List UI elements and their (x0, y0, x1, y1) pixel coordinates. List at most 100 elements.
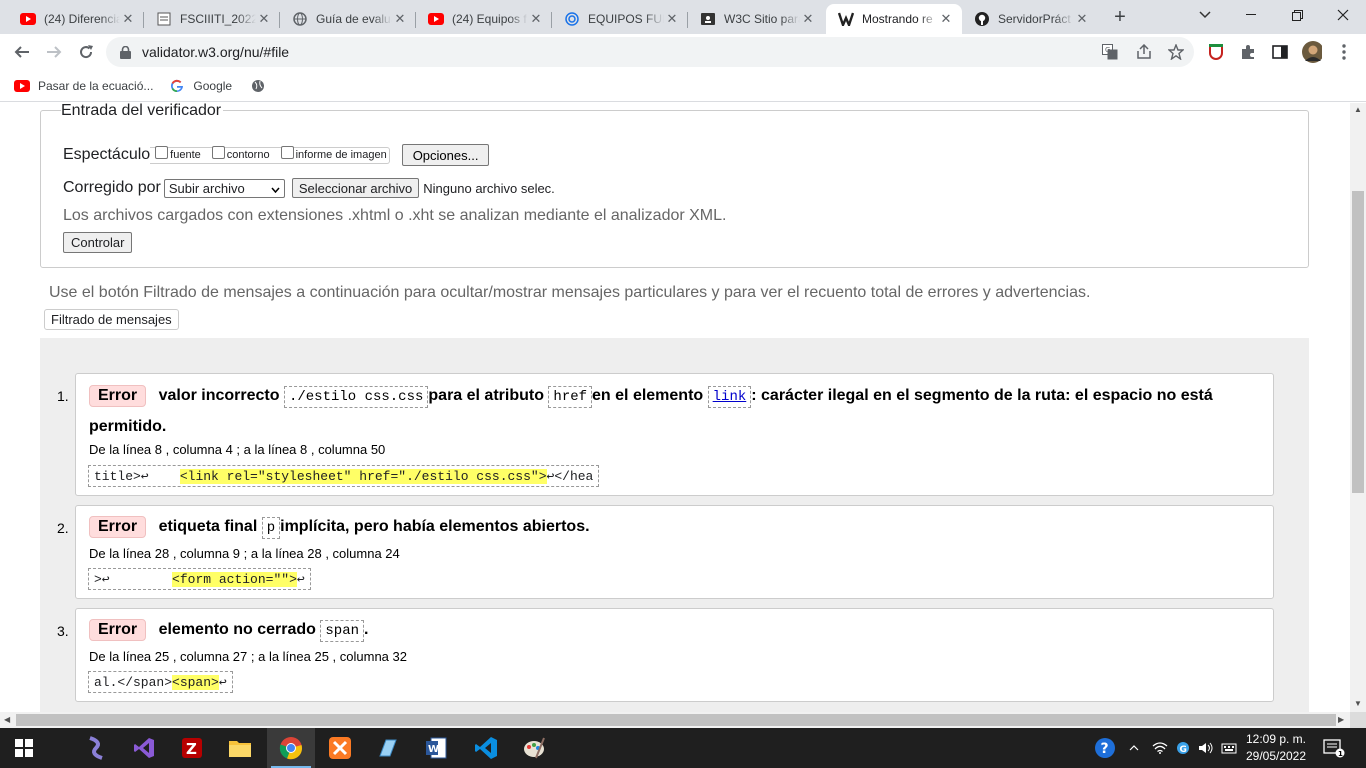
lock-icon[interactable] (120, 45, 132, 59)
tab-document[interactable]: FSCIIITI_2022 ✕ (144, 4, 280, 34)
horizontal-scroll-thumb[interactable] (16, 714, 1336, 726)
tab-search-icon[interactable] (1182, 0, 1228, 30)
tab-youtube-1[interactable]: (24) Diferencia ✕ (8, 4, 144, 34)
antivirus-icon[interactable]: G (1173, 728, 1193, 768)
tab-label: W3C Sitio para (724, 12, 800, 26)
checked-by-select[interactable]: Subir archivo (163, 178, 285, 198)
tab-equipos[interactable]: EQUIPOS FUN ✕ (552, 4, 688, 34)
back-icon[interactable] (8, 38, 36, 66)
message-text: Error etiqueta final p implícita, pero ha… (89, 512, 1259, 543)
document-icon (156, 11, 172, 27)
message-number: 2. (57, 520, 69, 536)
image-report-checkbox[interactable] (280, 145, 294, 159)
share-icon[interactable] (1136, 44, 1152, 60)
address-bar[interactable]: validator.w3.org/nu/#file G (106, 37, 1194, 67)
scroll-down-icon[interactable]: ▼ (1354, 699, 1362, 708)
chrome-icon[interactable] (275, 732, 307, 764)
source-checkbox[interactable] (155, 145, 169, 159)
system-clock[interactable]: 12:09 p. m. 29/05/2022 (1244, 731, 1308, 765)
tab-label: (24) Diferencia (44, 12, 120, 26)
close-tab-icon[interactable]: ✕ (664, 11, 680, 27)
profile-avatar[interactable] (1302, 41, 1322, 63)
tab-validator-active[interactable]: Mostrando re ✕ (826, 4, 962, 34)
paint-icon[interactable] (518, 732, 550, 764)
extension-shield-icon[interactable] (1206, 42, 1226, 62)
tab-label: FSCIIITI_2022 (180, 12, 256, 26)
scroll-right-icon[interactable]: ▶ (1338, 715, 1344, 724)
new-tab-button[interactable]: + (1108, 6, 1132, 30)
svg-text:?: ? (1101, 741, 1109, 757)
source-option[interactable]: fuente (152, 145, 201, 162)
error-message-1: 1. Error valor incorrecto ./estilo css.c… (57, 373, 1274, 496)
bookmark-globe[interactable] (250, 78, 274, 94)
tab-guia[interactable]: Guía de evalua ✕ (280, 4, 416, 34)
help-icon[interactable]: ? (1092, 728, 1118, 768)
show-checkbox-group: fuente contorno informe de imagen (150, 145, 390, 164)
notepad-icon[interactable] (372, 732, 404, 764)
image-report-option[interactable]: informe de imagen (278, 145, 387, 162)
bookmark-star-icon[interactable] (1168, 44, 1184, 60)
message-number: 3. (57, 623, 69, 639)
checked-by-value: Subir archivo (168, 180, 245, 196)
restore-icon[interactable] (1274, 0, 1320, 30)
message-text: Error valor incorrecto ./estilo css.css p… (89, 381, 1259, 441)
wifi-icon[interactable] (1150, 728, 1170, 768)
link-element-link[interactable]: link (713, 389, 747, 405)
extensions-puzzle-icon[interactable] (1238, 42, 1258, 62)
close-tab-icon[interactable]: ✕ (1074, 11, 1090, 27)
vertical-scrollbar[interactable]: ▲ ▼ (1350, 103, 1366, 712)
volume-icon[interactable] (1196, 728, 1216, 768)
outline-checkbox[interactable] (211, 145, 225, 159)
tab-label: Guía de evalua (316, 12, 392, 26)
close-tab-icon[interactable]: ✕ (528, 11, 544, 27)
keyboard-language-icon[interactable] (1219, 728, 1239, 768)
close-tab-icon[interactable]: ✕ (392, 11, 408, 27)
bookmark-label: Google (193, 78, 233, 93)
notifications-icon[interactable]: 1 (1318, 728, 1350, 768)
side-panel-icon[interactable] (1270, 42, 1290, 62)
message-text: Error elemento no cerrado span. (89, 615, 1259, 646)
show-hidden-icons-icon[interactable] (1124, 728, 1144, 768)
visual-studio-icon[interactable] (128, 732, 160, 764)
tab-youtube-2[interactable]: (24) Equipos f ✕ (416, 4, 552, 34)
tab-github[interactable]: ServidorPráct ✕ (962, 4, 1098, 34)
tab-w3c[interactable]: W3C Sitio para ✕ (688, 4, 824, 34)
stylus-icon[interactable] (80, 732, 112, 764)
close-window-icon[interactable] (1320, 0, 1366, 30)
image-report-option-label: informe de imagen (295, 149, 387, 161)
horizontal-scrollbar[interactable]: ◀ ▶ (0, 712, 1350, 728)
clock-date: 29/05/2022 (1245, 749, 1307, 763)
vscode-icon[interactable] (470, 732, 502, 764)
options-button[interactable]: Opciones... (401, 144, 490, 166)
xml-note: Los archivos cargados con extensiones .x… (63, 207, 727, 224)
close-tab-icon[interactable]: ✕ (938, 11, 954, 27)
scroll-up-icon[interactable]: ▲ (1354, 105, 1362, 114)
code-element: link (707, 386, 752, 408)
windows-start-icon[interactable] (8, 732, 40, 764)
code-extract: title>↩ <link rel="stylesheet" href="./e… (88, 465, 600, 487)
code-extract: al.</span> <span> ↩ (88, 671, 233, 693)
bookmark-google[interactable]: Google (169, 78, 232, 94)
xampp-icon[interactable] (324, 732, 356, 764)
translate-icon[interactable]: G (1102, 44, 1118, 60)
vertical-scroll-thumb[interactable] (1352, 191, 1364, 493)
bookmarks-bar: Pasar de la ecuació... Google (0, 70, 1366, 102)
scroll-left-icon[interactable]: ◀ (4, 715, 10, 724)
word-icon[interactable]: W (420, 732, 452, 764)
forward-icon[interactable] (40, 38, 68, 66)
results-panel: 1. Error valor incorrecto ./estilo css.c… (40, 338, 1309, 712)
close-tab-icon[interactable]: ✕ (800, 11, 816, 27)
filezilla-icon[interactable]: Z (176, 732, 208, 764)
check-button[interactable]: Controlar (63, 232, 133, 253)
message-filtering-button[interactable]: Filtrado de mensajes (44, 309, 179, 330)
outline-option[interactable]: contorno (209, 145, 270, 162)
reload-icon[interactable] (72, 38, 100, 66)
bookmark-youtube[interactable]: Pasar de la ecuació... (14, 78, 153, 94)
menu-dots-icon[interactable] (1334, 42, 1354, 62)
minimize-icon[interactable] (1228, 0, 1274, 30)
close-tab-icon[interactable]: ✕ (120, 11, 136, 27)
file-explorer-icon[interactable] (224, 732, 256, 764)
url-text[interactable]: validator.w3.org/nu/#file (142, 44, 289, 60)
choose-file-button[interactable]: Seleccionar archivo (291, 178, 420, 198)
close-tab-icon[interactable]: ✕ (256, 11, 272, 27)
